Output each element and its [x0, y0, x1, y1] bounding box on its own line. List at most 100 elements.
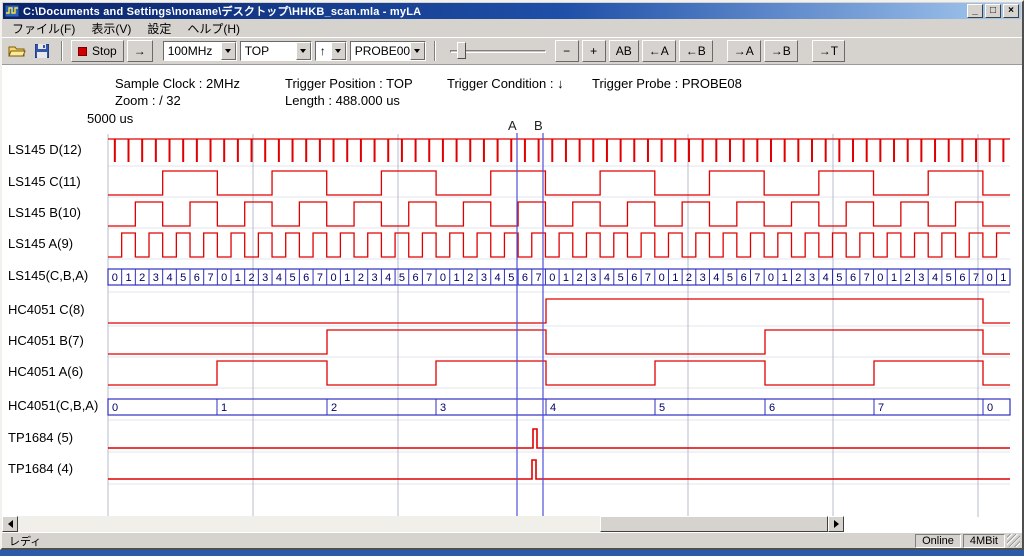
svg-text:7: 7: [864, 272, 870, 284]
close-button[interactable]: ×: [1003, 4, 1019, 18]
svg-text:1: 1: [454, 272, 460, 284]
svg-text:0: 0: [221, 272, 227, 284]
channel-wave: [108, 361, 1010, 385]
channel-wave: [108, 299, 1010, 323]
svg-text:6: 6: [303, 272, 309, 284]
status-message: レディ: [4, 533, 913, 549]
channel-wave: [108, 202, 1010, 226]
zoom-in-button[interactable]: +: [582, 40, 606, 62]
channel-bus: 012345670: [108, 399, 1010, 415]
svg-text:5: 5: [836, 272, 842, 284]
chevron-down-icon[interactable]: [296, 42, 311, 60]
svg-text:7: 7: [973, 272, 979, 284]
svg-text:7: 7: [536, 272, 542, 284]
trigger-probe-select[interactable]: PROBE00: [350, 41, 426, 61]
menu-view[interactable]: 表示(V): [83, 19, 139, 38]
svg-text:3: 3: [481, 272, 487, 284]
toolbar-separator: [61, 41, 63, 61]
svg-text:0: 0: [987, 272, 993, 284]
svg-text:5: 5: [508, 272, 514, 284]
svg-text:0: 0: [440, 272, 446, 284]
svg-text:2: 2: [795, 272, 801, 284]
ab-cursors-button[interactable]: AB: [609, 40, 639, 62]
svg-text:2: 2: [248, 272, 254, 284]
sample-clock-value: 100MHz: [164, 44, 221, 58]
svg-text:0: 0: [768, 272, 774, 284]
open-file-button[interactable]: [6, 40, 28, 62]
channel-wave: [108, 330, 1010, 354]
trigger-position-select[interactable]: TOP: [240, 41, 312, 61]
svg-text:1: 1: [891, 272, 897, 284]
svg-text:6: 6: [959, 272, 965, 284]
svg-text:1: 1: [344, 272, 350, 284]
svg-text:3: 3: [153, 272, 159, 284]
menu-file[interactable]: ファイル(F): [4, 19, 83, 38]
goto-trigger-button[interactable]: →T: [812, 40, 845, 62]
goto-b-back-button[interactable]: ←B: [679, 40, 713, 62]
scroll-right-button[interactable]: [828, 516, 844, 532]
trigger-position-value: TOP: [241, 44, 296, 58]
svg-text:5: 5: [399, 272, 405, 284]
svg-text:4: 4: [823, 272, 829, 284]
triangle-left-icon: [8, 520, 13, 528]
chevron-down-icon[interactable]: [410, 42, 425, 60]
svg-text:3: 3: [590, 272, 596, 284]
maximize-button[interactable]: □: [985, 4, 1001, 18]
svg-text:2: 2: [331, 402, 337, 414]
svg-text:6: 6: [631, 272, 637, 284]
title-bar[interactable]: C:\Documents and Settings\noname\デスクトップ\…: [3, 3, 1021, 19]
svg-text:4: 4: [604, 272, 610, 284]
svg-text:1: 1: [1000, 272, 1006, 284]
svg-text:4: 4: [932, 272, 938, 284]
minimize-button[interactable]: _: [967, 4, 983, 18]
trigger-edge-select[interactable]: ↑: [315, 41, 347, 61]
svg-text:5: 5: [289, 272, 295, 284]
svg-text:1: 1: [672, 272, 678, 284]
menu-settings[interactable]: 設定: [139, 19, 179, 38]
svg-text:6: 6: [741, 272, 747, 284]
zoom-out-button[interactable]: −: [555, 40, 579, 62]
svg-text:3: 3: [372, 272, 378, 284]
goto-a-forward-button[interactable]: →A: [727, 40, 761, 62]
cursor-a[interactable]: A: [508, 118, 517, 517]
zoom-slider[interactable]: [448, 41, 548, 61]
svg-text:0: 0: [987, 402, 993, 414]
svg-text:6: 6: [522, 272, 528, 284]
trigger-edge-value: ↑: [316, 44, 331, 58]
svg-text:0: 0: [330, 272, 336, 284]
svg-text:5: 5: [946, 272, 952, 284]
cursor-b[interactable]: B: [534, 118, 543, 517]
sample-clock-select[interactable]: 100MHz: [163, 41, 237, 61]
svg-text:0: 0: [877, 272, 883, 284]
scroll-left-button[interactable]: [2, 516, 18, 532]
scrollbar-thumb[interactable]: [600, 516, 828, 532]
waveform-plot[interactable]: 0123456701234567012345670123456701234567…: [2, 65, 1022, 532]
zoom-slider-thumb[interactable]: [457, 42, 466, 59]
svg-text:4: 4: [166, 272, 172, 284]
svg-text:6: 6: [194, 272, 200, 284]
svg-text:2: 2: [577, 272, 583, 284]
triangle-right-icon: [834, 520, 839, 528]
channel-wave: [108, 139, 1010, 162]
goto-a-back-button[interactable]: ←A: [642, 40, 676, 62]
status-bar: レディ Online 4MBit: [2, 532, 1022, 548]
run-button[interactable]: →: [127, 40, 153, 62]
svg-text:1: 1: [782, 272, 788, 284]
menu-help[interactable]: ヘルプ(H): [179, 19, 248, 38]
toolbar-separator: [434, 41, 436, 61]
goto-b-forward-button[interactable]: →B: [764, 40, 798, 62]
save-button[interactable]: [31, 40, 53, 62]
chevron-down-icon[interactable]: [221, 42, 236, 60]
resize-grip[interactable]: [1007, 534, 1020, 547]
stop-button[interactable]: Stop: [71, 40, 124, 62]
svg-text:3: 3: [700, 272, 706, 284]
svg-text:2: 2: [139, 272, 145, 284]
svg-text:0: 0: [659, 272, 665, 284]
svg-text:6: 6: [413, 272, 419, 284]
svg-text:2: 2: [467, 272, 473, 284]
horizontal-scrollbar[interactable]: [2, 516, 844, 532]
scrollbar-track[interactable]: [18, 516, 828, 532]
svg-text:2: 2: [905, 272, 911, 284]
svg-text:5: 5: [180, 272, 186, 284]
chevron-down-icon[interactable]: [331, 42, 346, 60]
